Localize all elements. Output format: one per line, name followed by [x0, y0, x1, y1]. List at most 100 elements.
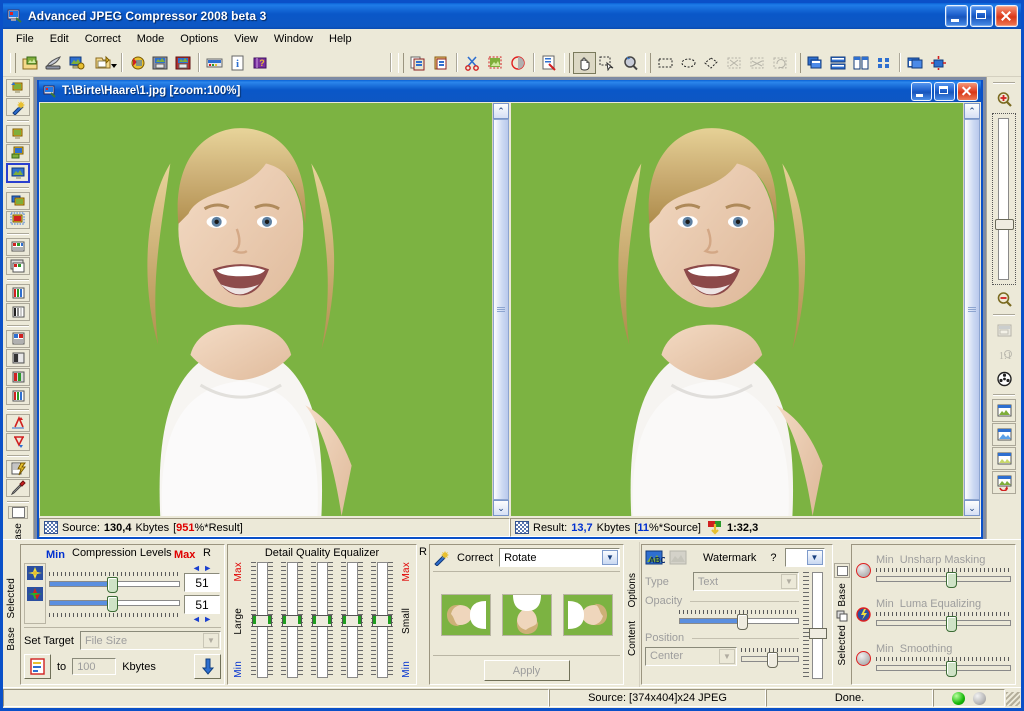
source-vertical-scrollbar[interactable]: ⌃ ⌄: [492, 103, 509, 516]
save-image-icon[interactable]: [149, 52, 172, 74]
toolbar-grip[interactable]: [398, 52, 404, 73]
panel-tab-selected[interactable]: Selected: [6, 578, 17, 619]
chevron-down-icon[interactable]: [111, 63, 117, 68]
crop-icon[interactable]: [484, 52, 507, 74]
sharpen-up-icon[interactable]: [6, 414, 30, 432]
lightning-edit-icon[interactable]: [6, 460, 30, 478]
scroll-up-button[interactable]: ⌃: [493, 103, 509, 119]
open-folder-icon[interactable]: [88, 52, 118, 74]
compression-slider-1[interactable]: [49, 577, 180, 593]
slider-thumb[interactable]: [946, 660, 958, 677]
select-move-icon[interactable]: [596, 52, 619, 74]
watermark-type-combo[interactable]: Text ▼: [692, 572, 799, 591]
info-icon[interactable]: i: [226, 52, 249, 74]
effects-tab-selected[interactable]: Selected: [837, 625, 848, 666]
child-maximize-button[interactable]: [934, 82, 955, 101]
toolbar-grip[interactable]: [564, 52, 570, 73]
save-as-icon[interactable]: [126, 52, 149, 74]
channel-g-icon[interactable]: [6, 368, 30, 386]
chevron-down-icon[interactable]: ▼: [719, 648, 735, 664]
chevron-down-icon[interactable]: ▼: [781, 574, 797, 589]
effects-base-swatch[interactable]: [834, 563, 850, 579]
pipette-icon[interactable]: [6, 479, 30, 497]
tab-options[interactable]: Options: [627, 569, 638, 611]
batch-icon[interactable]: [203, 52, 226, 74]
grayscale-icon[interactable]: [507, 52, 530, 74]
restore-selection-icon[interactable]: [769, 52, 792, 74]
window-list-icon[interactable]: [904, 52, 927, 74]
swap-base-selected-icon[interactable]: [836, 610, 848, 622]
equalizer-band-3[interactable]: [311, 562, 333, 678]
center-window-icon[interactable]: [927, 52, 950, 74]
compression-spin-2[interactable]: ◄ ►: [192, 614, 212, 624]
rgb-bars-icon[interactable]: [6, 284, 30, 302]
view-refresh-icon[interactable]: [992, 471, 1016, 494]
zoom-out-icon[interactable]: [992, 287, 1016, 310]
slider-thumb[interactable]: [106, 577, 118, 593]
resize-grip[interactable]: [1006, 692, 1020, 706]
menu-help[interactable]: Help: [321, 31, 360, 47]
scroll-down-button[interactable]: ⌄: [493, 500, 509, 516]
zoom-in-icon[interactable]: [992, 87, 1016, 110]
target-value-input[interactable]: 100: [72, 658, 117, 675]
apply-target-icon[interactable]: [194, 654, 221, 679]
slider-thumb[interactable]: [736, 614, 748, 630]
scroll-down-button[interactable]: ⌄: [964, 500, 980, 516]
open-image-icon[interactable]: [6, 79, 30, 97]
watermark-text-icon[interactable]: ABC: [645, 550, 667, 566]
chrominance-icon[interactable]: [26, 586, 44, 605]
apply-button[interactable]: Apply: [483, 660, 570, 681]
magic-wand-icon[interactable]: [6, 98, 30, 116]
base-swatch[interactable]: [8, 506, 28, 519]
palette-grid-icon[interactable]: [6, 238, 30, 256]
rect-select-icon[interactable]: [654, 52, 677, 74]
copy-icon[interactable]: [407, 52, 430, 74]
slider-thumb[interactable]: [946, 616, 958, 633]
scroll-thumb[interactable]: [964, 119, 980, 500]
menu-mode[interactable]: Mode: [129, 31, 173, 47]
cut-icon[interactable]: [461, 52, 484, 74]
menu-file[interactable]: File: [8, 31, 42, 47]
thumbnail-icon[interactable]: [6, 330, 30, 348]
arrange-icons-icon[interactable]: [873, 52, 896, 74]
save-all-icon[interactable]: [172, 52, 195, 74]
chevron-down-icon[interactable]: ▼: [806, 550, 823, 565]
cascade-windows-icon[interactable]: [804, 52, 827, 74]
zoom-slider[interactable]: [992, 113, 1016, 285]
toolbar-grip[interactable]: [645, 52, 651, 73]
rotate-180-thumb[interactable]: [501, 593, 552, 636]
smoothing-slider[interactable]: [876, 660, 1011, 677]
watermark-scale-slider[interactable]: [809, 572, 827, 679]
watermark-image-icon[interactable]: [669, 550, 689, 566]
grayscale-bars-icon[interactable]: [6, 303, 30, 321]
scroll-thumb[interactable]: [493, 119, 509, 500]
watermark-help-icon[interactable]: ?: [770, 552, 776, 564]
fit-window-icon[interactable]: [992, 319, 1016, 342]
close-button[interactable]: [995, 5, 1018, 27]
compression-spin-1[interactable]: ◄ ►: [192, 563, 212, 573]
magnifier-tool-icon[interactable]: [619, 52, 642, 74]
tab-content[interactable]: Content: [627, 617, 638, 660]
panel-tab-base[interactable]: Base: [6, 627, 17, 651]
chevron-down-icon[interactable]: ▼: [203, 633, 219, 648]
rotate-90-right-thumb[interactable]: [562, 593, 613, 636]
watermark-opacity-slider[interactable]: [679, 614, 799, 630]
child-close-button[interactable]: [957, 82, 978, 101]
correct-mode-combo[interactable]: Rotate ▼: [499, 548, 620, 567]
menu-window[interactable]: Window: [266, 31, 321, 47]
slider-thumb[interactable]: [946, 572, 958, 589]
cut-all-icon[interactable]: [746, 52, 769, 74]
compression-slider-2[interactable]: [49, 596, 180, 612]
minimize-button[interactable]: [945, 5, 968, 27]
channel-r-icon[interactable]: [6, 349, 30, 367]
watermark-hpos-slider[interactable]: [741, 652, 799, 668]
watermark-position-combo[interactable]: Center ▼: [645, 646, 737, 666]
source-image[interactable]: [40, 103, 492, 516]
chevron-down-icon[interactable]: ▼: [602, 550, 618, 565]
save-image-icon[interactable]: [6, 125, 30, 143]
channel-b-icon[interactable]: [6, 387, 30, 405]
scroll-track[interactable]: [493, 119, 509, 500]
compression-value-1[interactable]: 51: [184, 573, 220, 592]
toolbar-grip[interactable]: [795, 52, 801, 73]
tile-horizontal-icon[interactable]: [827, 52, 850, 74]
